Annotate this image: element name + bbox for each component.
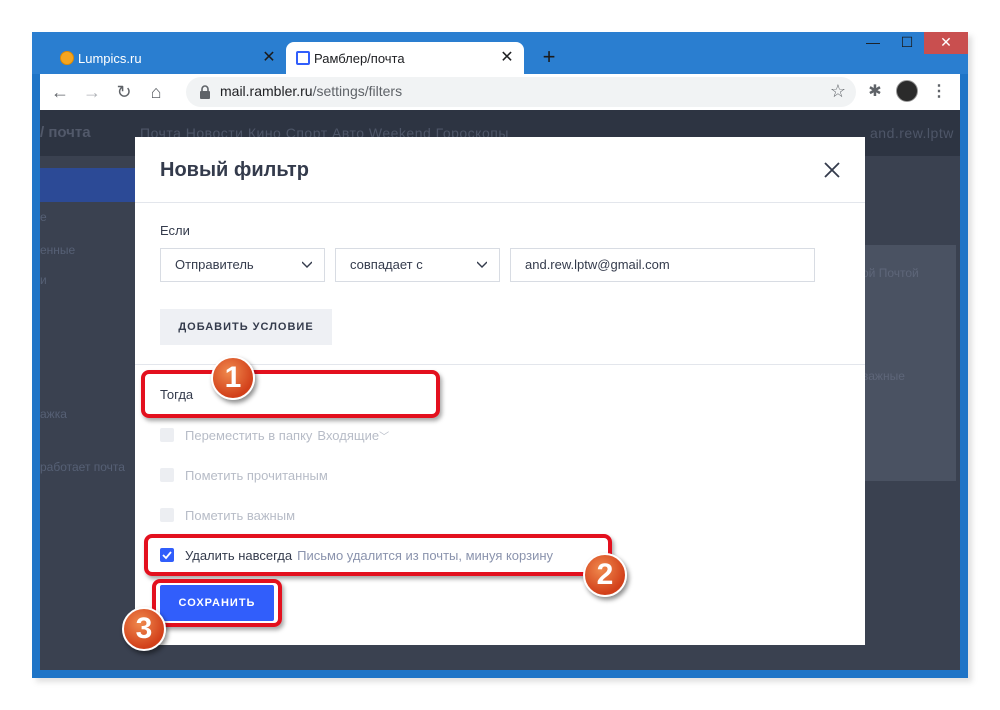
close-icon[interactable] <box>819 157 845 183</box>
chevron-down-icon <box>302 261 312 268</box>
chevron-down-icon: ﹀ <box>379 431 390 443</box>
user-name: and.rew.lptw <box>870 125 954 141</box>
address-bar[interactable]: mail.rambler.ru/settings/filters ☆ <box>186 77 856 107</box>
action-move-to-folder[interactable]: Переместить в папку Входящие﹀ <box>160 426 389 444</box>
chevron-down-icon <box>477 261 487 268</box>
highlight-then <box>141 370 440 418</box>
step-badge-1: 1 <box>211 356 255 400</box>
folder-select[interactable]: Входящие﹀ <box>317 428 389 443</box>
operator-select[interactable]: совпадает с <box>335 248 500 282</box>
back-icon[interactable]: ← <box>48 80 72 104</box>
sidebar-item: ажка <box>40 407 67 421</box>
url-text: mail.rambler.ru/settings/filters <box>220 83 402 99</box>
sidebar-item: и <box>40 273 47 287</box>
field-select[interactable]: Отправитель <box>160 248 325 282</box>
sidebar-item: енные <box>40 243 76 257</box>
mail-favicon-icon <box>296 51 310 65</box>
checkbox[interactable] <box>160 508 174 522</box>
bookmark-star-icon[interactable]: ☆ <box>830 81 846 102</box>
maximize-icon[interactable]: ☐ <box>890 32 924 54</box>
action-mark-read[interactable]: Пометить прочитанным <box>160 466 328 484</box>
minimize-icon[interactable]: — <box>856 32 890 54</box>
lumpics-favicon-icon <box>60 51 74 65</box>
window-close-icon[interactable]: ✕ <box>924 32 968 54</box>
operator-select-value: совпадает с <box>350 257 423 272</box>
sidebar-item: работает почта <box>40 460 125 474</box>
tab-rambler[interactable]: Рамблер/почта ✕ <box>286 42 524 74</box>
browser-toolbar: ← → ↻ ⌂ mail.rambler.ru/settings/filters… <box>40 74 960 110</box>
write-button <box>40 168 135 202</box>
action-label: Пометить прочитанным <box>185 467 328 483</box>
tab-title: Lumpics.ru <box>78 50 142 66</box>
condition-value-input[interactable]: and.rew.lptw@gmail.com <box>510 248 815 282</box>
extensions-icon[interactable]: ✱ <box>864 81 886 103</box>
sidebar-item: е <box>40 210 47 224</box>
step-badge-3: 3 <box>122 607 166 651</box>
dialog-title: Новый фильтр <box>160 159 309 181</box>
folder-select-value: Входящие <box>317 427 380 443</box>
card-text: важные <box>862 369 905 383</box>
lock-icon <box>200 85 210 99</box>
step-badge-2: 2 <box>583 553 627 597</box>
new-tab-button[interactable]: + <box>538 46 560 68</box>
highlight-save <box>152 579 282 627</box>
close-tab-icon[interactable]: ✕ <box>498 49 516 67</box>
tab-lumpics[interactable]: Lumpics.ru ✕ <box>50 42 286 74</box>
divider <box>135 202 865 203</box>
card-text: ой Почтой <box>862 266 919 280</box>
close-tab-icon[interactable]: ✕ <box>260 49 278 67</box>
field-select-value: Отправитель <box>175 257 254 272</box>
url-host: mail.rambler.ru <box>220 83 313 99</box>
menu-kebab-icon[interactable]: ⋮ <box>928 81 950 103</box>
home-icon[interactable]: ⌂ <box>144 80 168 104</box>
profile-avatar[interactable] <box>896 80 918 102</box>
reload-icon[interactable]: ↻ <box>112 80 136 104</box>
checkbox[interactable] <box>160 428 174 442</box>
forward-icon[interactable]: → <box>80 80 104 104</box>
rambler-logo: / почта <box>40 124 91 141</box>
add-condition-button[interactable]: ДОБАВИТЬ УСЛОВИЕ <box>160 309 332 345</box>
action-label: Переместить в папку <box>185 427 313 443</box>
action-mark-important[interactable]: Пометить важным <box>160 506 295 524</box>
highlight-delete-forever <box>144 534 612 576</box>
settings-card <box>860 245 956 481</box>
checkbox[interactable] <box>160 468 174 482</box>
if-label: Если <box>160 223 190 238</box>
tab-title: Рамблер/почта <box>314 50 405 66</box>
url-path: /settings/filters <box>312 83 403 99</box>
tab-strip: Lumpics.ru ✕ Рамблер/почта ✕ + — ☐ ✕ <box>32 32 968 74</box>
action-label: Пометить важным <box>185 507 296 523</box>
